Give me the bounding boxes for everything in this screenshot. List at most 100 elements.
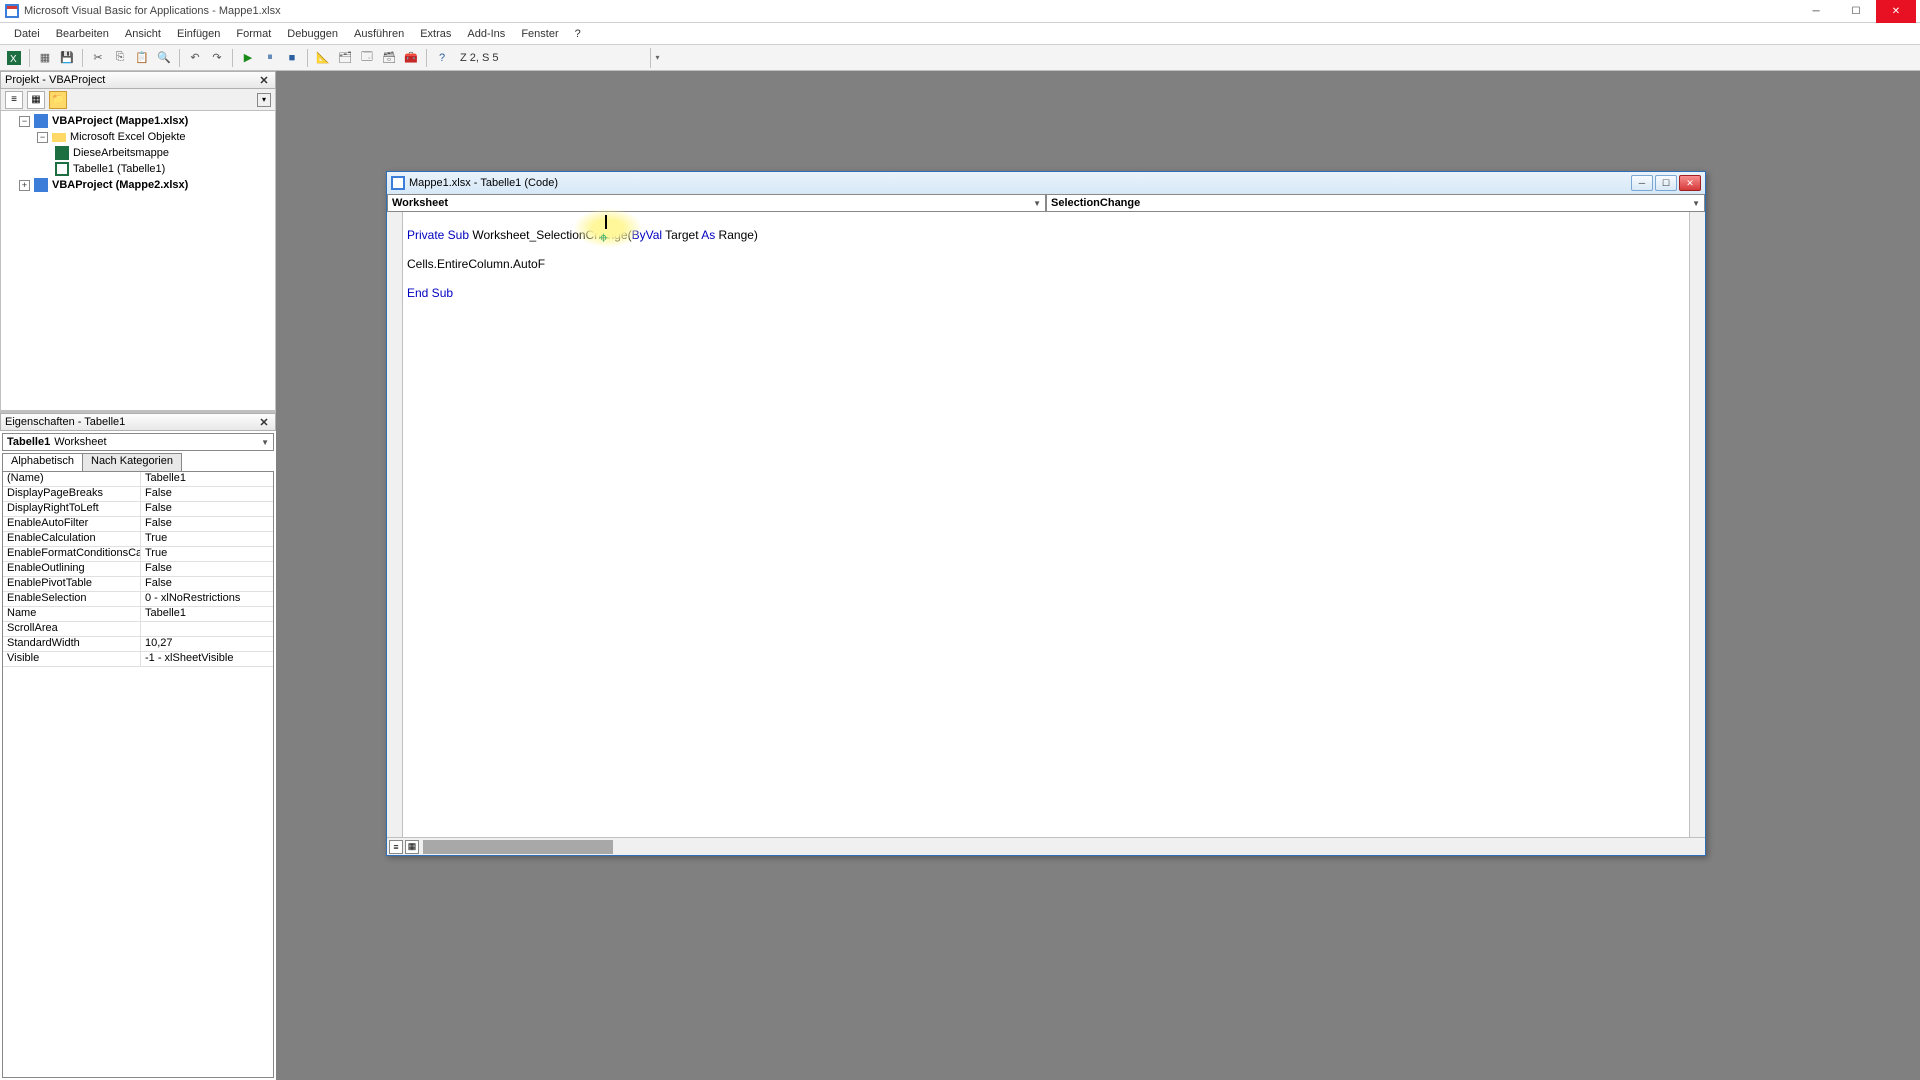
help-icon[interactable]: ? — [432, 48, 452, 68]
code-editor[interactable]: Private Sub Worksheet_SelectionChange(By… — [387, 212, 1705, 837]
code-window-titlebar[interactable]: Mappe1.xlsx - Tabelle1 (Code) ─ ☐ ✕ — [387, 172, 1705, 194]
view-code-icon[interactable]: ≡ — [5, 91, 23, 109]
collapse-icon[interactable]: − — [37, 132, 48, 143]
project-explorer-icon[interactable]: 🗂 — [335, 48, 355, 68]
property-value[interactable] — [141, 622, 273, 636]
close-button[interactable]: ✕ — [1876, 0, 1916, 23]
property-row[interactable]: NameTabelle1 — [3, 607, 273, 622]
property-row[interactable]: ScrollArea — [3, 622, 273, 637]
view-excel-icon[interactable]: X — [4, 48, 24, 68]
full-module-view-button[interactable]: ▦ — [405, 840, 419, 854]
property-value[interactable]: False — [141, 502, 273, 516]
design-mode-icon[interactable]: 📐 — [313, 48, 333, 68]
project-tree[interactable]: − VBAProject (Mappe1.xlsx) − Microsoft E… — [0, 111, 276, 411]
mdi-maximize-button[interactable]: ☐ — [1655, 175, 1677, 191]
vertical-scrollbar[interactable] — [1689, 212, 1705, 837]
toggle-folders-icon[interactable]: 📁 — [49, 91, 67, 109]
menu-debuggen[interactable]: Debuggen — [279, 26, 346, 42]
properties-panel-label: Eigenschaften - Tabelle1 — [5, 416, 125, 428]
project-panel-title: Projekt - VBAProject ✕ — [0, 71, 276, 89]
code-text[interactable]: Private Sub Worksheet_SelectionChange(By… — [403, 212, 1705, 837]
code-window-title: Mappe1.xlsx - Tabelle1 (Code) — [409, 177, 558, 189]
properties-object-combo[interactable]: Tabelle1 Worksheet ▼ — [2, 433, 274, 451]
object-dropdown[interactable]: Worksheet ▼ — [387, 194, 1046, 212]
property-row[interactable]: DisplayRightToLeftFalse — [3, 502, 273, 517]
redo-icon[interactable]: ↷ — [207, 48, 227, 68]
code-margin — [387, 212, 403, 837]
property-row[interactable]: EnableCalculationTrue — [3, 532, 273, 547]
project-panel-dropdown-icon[interactable]: ▾ — [257, 93, 271, 107]
property-value[interactable]: Tabelle1 — [141, 472, 273, 486]
project-panel-close-icon[interactable]: ✕ — [257, 73, 271, 87]
menu-addins[interactable]: Add-Ins — [459, 26, 513, 42]
property-value[interactable]: -1 - xlSheetVisible — [141, 652, 273, 666]
menu-bearbeiten[interactable]: Bearbeiten — [48, 26, 117, 42]
folder-icon — [52, 130, 66, 144]
property-value[interactable]: False — [141, 577, 273, 591]
tab-alphabetical[interactable]: Alphabetisch — [2, 453, 83, 471]
property-row[interactable]: EnableFormatConditionsCalcTrue — [3, 547, 273, 562]
horizontal-scrollbar[interactable] — [423, 840, 613, 854]
minimize-button[interactable]: ─ — [1796, 0, 1836, 23]
properties-tabs: Alphabetisch Nach Kategorien — [0, 453, 276, 471]
reset-icon[interactable]: ■ — [282, 48, 302, 68]
properties-panel-close-icon[interactable]: ✕ — [257, 415, 271, 429]
save-icon[interactable]: 💾 — [57, 48, 77, 68]
property-row[interactable]: EnableAutoFilterFalse — [3, 517, 273, 532]
properties-grid[interactable]: (Name)Tabelle1 DisplayPageBreaksFalse Di… — [2, 471, 274, 1078]
menu-fenster[interactable]: Fenster — [513, 26, 566, 42]
property-value[interactable]: True — [141, 547, 273, 561]
find-icon[interactable]: 🔍 — [154, 48, 174, 68]
properties-icon[interactable]: 🗔 — [357, 48, 377, 68]
code-window-footer: ≡ ▦ — [387, 837, 1705, 855]
property-row[interactable]: EnableOutliningFalse — [3, 562, 273, 577]
property-value[interactable]: False — [141, 487, 273, 501]
toolbox-icon[interactable]: 🧰 — [401, 48, 421, 68]
property-row[interactable]: EnablePivotTableFalse — [3, 577, 273, 592]
scrollbar-thumb[interactable] — [423, 840, 613, 854]
tree-workbook-node[interactable]: DieseArbeitsmappe — [1, 145, 275, 161]
break-icon[interactable]: ⏸ — [260, 48, 280, 68]
property-value[interactable]: False — [141, 517, 273, 531]
mdi-close-button[interactable]: ✕ — [1679, 175, 1701, 191]
menu-extras[interactable]: Extras — [412, 26, 459, 42]
tree-worksheet-node[interactable]: Tabelle1 (Tabelle1) — [1, 161, 275, 177]
property-value[interactable]: True — [141, 532, 273, 546]
menu-einfuegen[interactable]: Einfügen — [169, 26, 228, 42]
property-row[interactable]: EnableSelection0 - xlNoRestrictions — [3, 592, 273, 607]
vbaproject-icon — [34, 114, 48, 128]
property-value[interactable]: False — [141, 562, 273, 576]
expand-icon[interactable]: + — [19, 180, 30, 191]
tree-folder-node[interactable]: − Microsoft Excel Objekte — [1, 129, 275, 145]
property-row[interactable]: StandardWidth10,27 — [3, 637, 273, 652]
procedure-dropdown[interactable]: SelectionChange ▼ — [1046, 194, 1705, 212]
property-value[interactable]: 10,27 — [141, 637, 273, 651]
undo-icon[interactable]: ↶ — [185, 48, 205, 68]
copy-icon[interactable]: ⎘ — [110, 48, 130, 68]
property-value[interactable]: 0 - xlNoRestrictions — [141, 592, 273, 606]
object-browser-icon[interactable]: 🗃 — [379, 48, 399, 68]
property-value[interactable]: Tabelle1 — [141, 607, 273, 621]
view-object-icon[interactable]: ▦ — [27, 91, 45, 109]
toolbar-separator — [307, 49, 308, 67]
menu-datei[interactable]: Datei — [6, 26, 48, 42]
property-row[interactable]: Visible-1 - xlSheetVisible — [3, 652, 273, 667]
mdi-minimize-button[interactable]: ─ — [1631, 175, 1653, 191]
property-row[interactable]: DisplayPageBreaksFalse — [3, 487, 273, 502]
procedure-view-button[interactable]: ≡ — [389, 840, 403, 854]
paste-icon[interactable]: 📋 — [132, 48, 152, 68]
cut-icon[interactable]: ✂ — [88, 48, 108, 68]
tab-categorized[interactable]: Nach Kategorien — [82, 453, 182, 471]
maximize-button[interactable]: ☐ — [1836, 0, 1876, 23]
tree-project-node[interactable]: + VBAProject (Mappe2.xlsx) — [1, 177, 275, 193]
menu-ausfuehren[interactable]: Ausführen — [346, 26, 412, 42]
toolbar-overflow-icon[interactable]: ▾ — [650, 48, 664, 68]
property-row[interactable]: (Name)Tabelle1 — [3, 472, 273, 487]
insert-module-icon[interactable]: ▦ — [35, 48, 55, 68]
menu-ansicht[interactable]: Ansicht — [117, 26, 169, 42]
menu-help[interactable]: ? — [567, 26, 589, 42]
tree-project-node[interactable]: − VBAProject (Mappe1.xlsx) — [1, 113, 275, 129]
collapse-icon[interactable]: − — [19, 116, 30, 127]
menu-format[interactable]: Format — [228, 26, 279, 42]
run-icon[interactable]: ▶ — [238, 48, 258, 68]
